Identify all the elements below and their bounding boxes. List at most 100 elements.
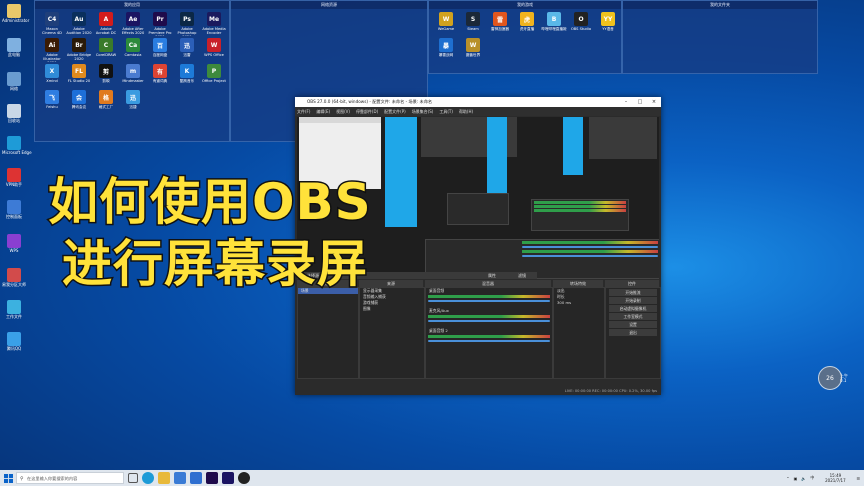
control-button[interactable]: 退出 <box>609 329 657 336</box>
obs-taskbar-icon[interactable] <box>238 472 250 484</box>
app-shortcut[interactable]: X Xmind <box>39 64 65 88</box>
desktop-icon[interactable]: Administrator <box>2 4 29 23</box>
control-button[interactable]: 工作室模式 <box>609 313 657 320</box>
app-shortcut[interactable]: A Adobe Acrobat DC <box>93 12 119 36</box>
app-shortcut[interactable]: W WeGame <box>433 12 459 36</box>
app-shortcut[interactable]: K 酷狗音乐 <box>174 64 200 88</box>
app-shortcut[interactable]: 雷雷神加速器 <box>487 12 513 36</box>
sources-dock: 显示器采集 音频输入捕获 游戏捕获 图像 <box>359 287 425 379</box>
app-shortcut[interactable]: Au Adobe Audition 2020 <box>66 12 92 36</box>
app-label: Office Project <box>202 79 226 83</box>
menu-item[interactable]: 视图(V) <box>336 109 350 115</box>
app-shortcut[interactable]: C4 Maxon Cinema 4D <box>39 12 65 36</box>
app-shortcut[interactable]: W 魔兽世界 <box>460 38 486 62</box>
tray-arrow-icon[interactable]: ⌃ <box>786 476 789 481</box>
menu-item[interactable]: 停靠部件(D) <box>356 109 378 115</box>
source-item[interactable]: 图像 <box>360 306 424 312</box>
desktop-icon[interactable]: 回收站 <box>2 104 26 123</box>
edge-icon[interactable] <box>142 472 154 484</box>
desktop-icon[interactable]: 控制面板 <box>2 200 26 219</box>
app-shortcut[interactable]: 虎虎牙直播 <box>514 12 540 36</box>
control-button[interactable]: 开始录制 <box>609 297 657 304</box>
app-icon: K <box>180 64 194 78</box>
app-shortcut[interactable]: 会腾讯会议 <box>66 90 92 114</box>
minimize-icon[interactable]: – <box>619 99 633 105</box>
desktop-icon[interactable]: 此电脑 <box>2 38 26 57</box>
volume-icon[interactable]: 🔈 <box>801 476 806 481</box>
desktop-icon[interactable]: 易我分区大师 <box>2 268 26 287</box>
volume-slider[interactable] <box>428 300 550 302</box>
app-shortcut[interactable]: AiAdobe Illustrator 2020 <box>39 38 65 62</box>
app-shortcut[interactable]: PsAdobe Photoshop 2020 <box>174 12 200 36</box>
app-shortcut[interactable]: 迅迅捷 <box>120 90 146 114</box>
menu-item[interactable]: 文件(F) <box>297 109 310 115</box>
properties-button[interactable]: 属性 <box>477 272 507 279</box>
taskbar-search-input[interactable]: ⚲ 在这里输入你要搜索的内容 <box>16 472 124 484</box>
start-button[interactable] <box>0 470 16 486</box>
app-shortcut[interactable]: S Steam <box>460 12 486 36</box>
filters-button[interactable]: 滤镜 <box>507 272 537 279</box>
menu-item[interactable]: 场景集合(S) <box>412 109 434 115</box>
desktop-icon[interactable]: 网络 <box>2 72 26 91</box>
close-icon[interactable]: × <box>647 99 661 105</box>
preview-meter <box>534 205 626 208</box>
transition-option[interactable]: 300 ms <box>554 300 604 306</box>
app-shortcut[interactable]: 迅迅雷 <box>174 38 200 62</box>
control-button[interactable]: 启动虚拟摄像机 <box>609 305 657 312</box>
app-shortcut[interactable]: 暴暴雪战网 <box>433 38 459 62</box>
control-button[interactable]: 开始推流 <box>609 289 657 296</box>
menu-item[interactable]: 工具(T) <box>439 109 453 115</box>
mixer-header: 混音器 <box>425 280 551 287</box>
app-label: Adobe Acrobat DC <box>95 27 117 36</box>
app-shortcut[interactable]: 剪剪映 <box>93 64 119 88</box>
app-shortcut[interactable]: Br Adobe Bridge 2020 <box>66 38 92 62</box>
app-shortcut[interactable]: FL FL Studio 20 <box>66 64 92 88</box>
app-shortcut[interactable]: 飞 Feishu <box>39 90 65 114</box>
app-shortcut[interactable]: B 哔哩哔哩直播姬 <box>541 12 567 36</box>
maximize-icon[interactable]: □ <box>633 99 647 105</box>
mail-icon[interactable] <box>190 472 202 484</box>
fence-title: 我的游戏 <box>429 1 621 9</box>
after-effects-icon[interactable] <box>222 472 234 484</box>
app-shortcut[interactable]: PrAdobe Premiere Pro 2020 <box>147 12 173 36</box>
app-shortcut[interactable]: 格格式工厂 <box>93 90 119 114</box>
obs-titlebar[interactable]: OBS 27.0.0 (64-bit, windows) - 配置文件: 未命名… <box>295 97 661 107</box>
app-icon: 虎 <box>520 12 534 26</box>
menu-item[interactable]: 编辑(E) <box>316 109 330 115</box>
desktop-icon[interactable]: VPN助手 <box>2 168 26 187</box>
volume-slider[interactable] <box>428 340 550 342</box>
app-shortcut[interactable]: W WPS Office <box>201 38 227 62</box>
notification-icon[interactable]: ☰ <box>856 476 860 481</box>
preview-sub-panel <box>447 193 509 225</box>
app-shortcut[interactable]: O OBS Studio <box>568 12 594 36</box>
app-shortcut[interactable]: 百百度网盘 <box>147 38 173 62</box>
app-shortcut[interactable]: Ca Camtasia <box>120 38 146 62</box>
app-shortcut[interactable]: YY YY语音 <box>595 12 621 36</box>
app-shortcut[interactable]: m Mindmaster <box>120 64 146 88</box>
desktop-icon[interactable]: 工作文件 <box>2 300 26 319</box>
desktop-icon[interactable]: WPS <box>2 234 26 253</box>
preview-volume <box>522 246 658 248</box>
premiere-icon[interactable] <box>206 472 218 484</box>
menu-item[interactable]: 配置文件(P) <box>384 109 406 115</box>
desktop-icon[interactable]: 腾讯QQ <box>2 332 26 351</box>
side-widget-line2: 0.1 <box>840 378 847 383</box>
app-shortcut[interactable]: C CorelDRAW <box>93 38 119 62</box>
store-icon[interactable] <box>174 472 186 484</box>
task-view-icon[interactable] <box>128 473 138 483</box>
app-shortcut[interactable]: Ae Adobe After Effects 2020 <box>120 12 146 36</box>
file-explorer-icon[interactable] <box>158 472 170 484</box>
app-shortcut[interactable]: Me Adobe Media Encoder <box>201 12 227 36</box>
control-button[interactable]: 设置 <box>609 321 657 328</box>
taskbar-clock[interactable]: 15:49 2021/7/17 <box>818 473 852 483</box>
volume-slider[interactable] <box>428 320 550 322</box>
menu-item[interactable]: 帮助(H) <box>459 109 473 115</box>
input-language[interactable]: 中 <box>810 475 814 481</box>
mixer-channel: 麦克风/Aux <box>426 308 552 322</box>
desktop-icon[interactable]: Microsoft Edge <box>2 136 32 155</box>
network-icon[interactable]: ▣ <box>794 476 798 481</box>
app-shortcut[interactable]: P Office Project <box>201 64 227 88</box>
app-shortcut[interactable]: 有有道词典 <box>147 64 173 88</box>
app-label: 格式工厂 <box>98 105 114 109</box>
side-widget-circle[interactable]: 26 <box>818 366 842 390</box>
